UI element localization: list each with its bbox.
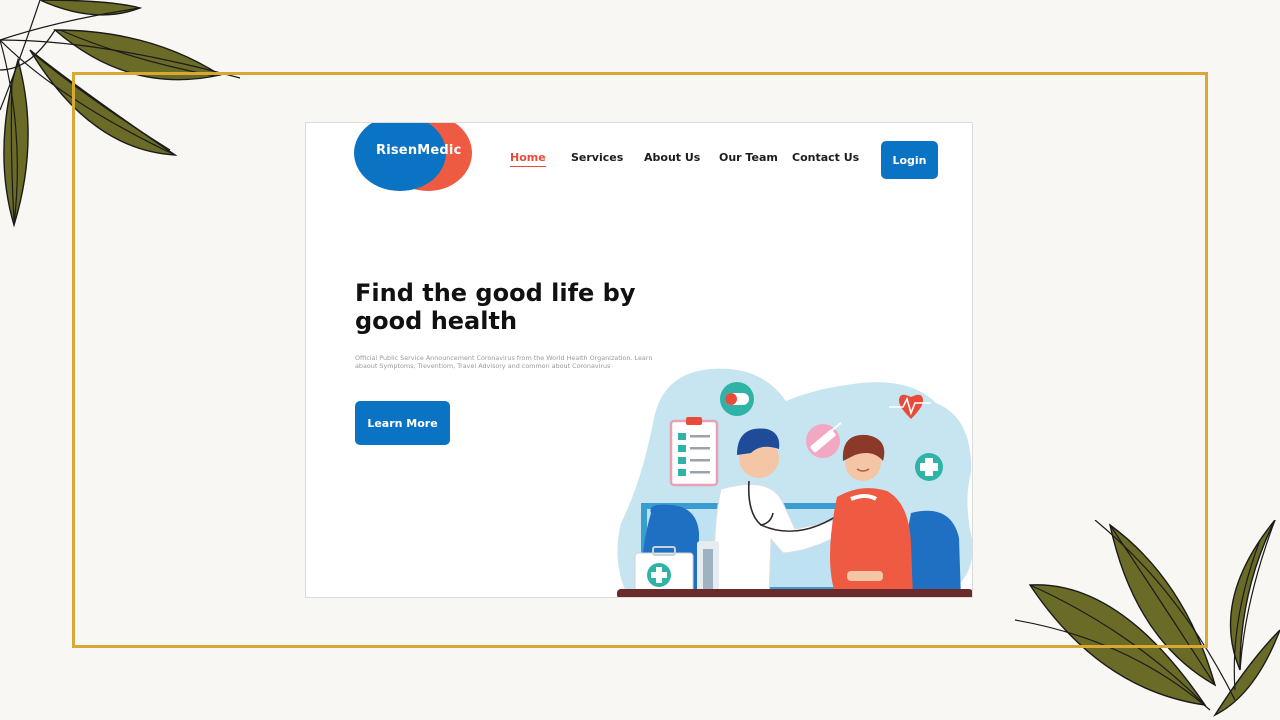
doctor-patient-illustration [617, 368, 972, 597]
clipboard-icon [669, 417, 719, 487]
pill-icon [720, 382, 754, 416]
learn-more-button[interactable]: Learn More [355, 401, 450, 445]
nav-contact-us[interactable]: Contact Us [792, 151, 859, 164]
nav-our-team[interactable]: Our Team [719, 151, 778, 164]
login-button[interactable]: Login [881, 141, 938, 179]
main-nav: Home Services About Us Our Team Contact … [306, 151, 972, 175]
nav-about-us[interactable]: About Us [644, 151, 700, 164]
hero-title: Find the good life by good health [355, 279, 636, 335]
medical-cross-icon [915, 453, 943, 481]
nav-home[interactable]: Home [510, 151, 546, 167]
nav-services[interactable]: Services [571, 151, 623, 164]
website-mockup: RisenMedic Home Services About Us Our Te… [305, 122, 973, 598]
